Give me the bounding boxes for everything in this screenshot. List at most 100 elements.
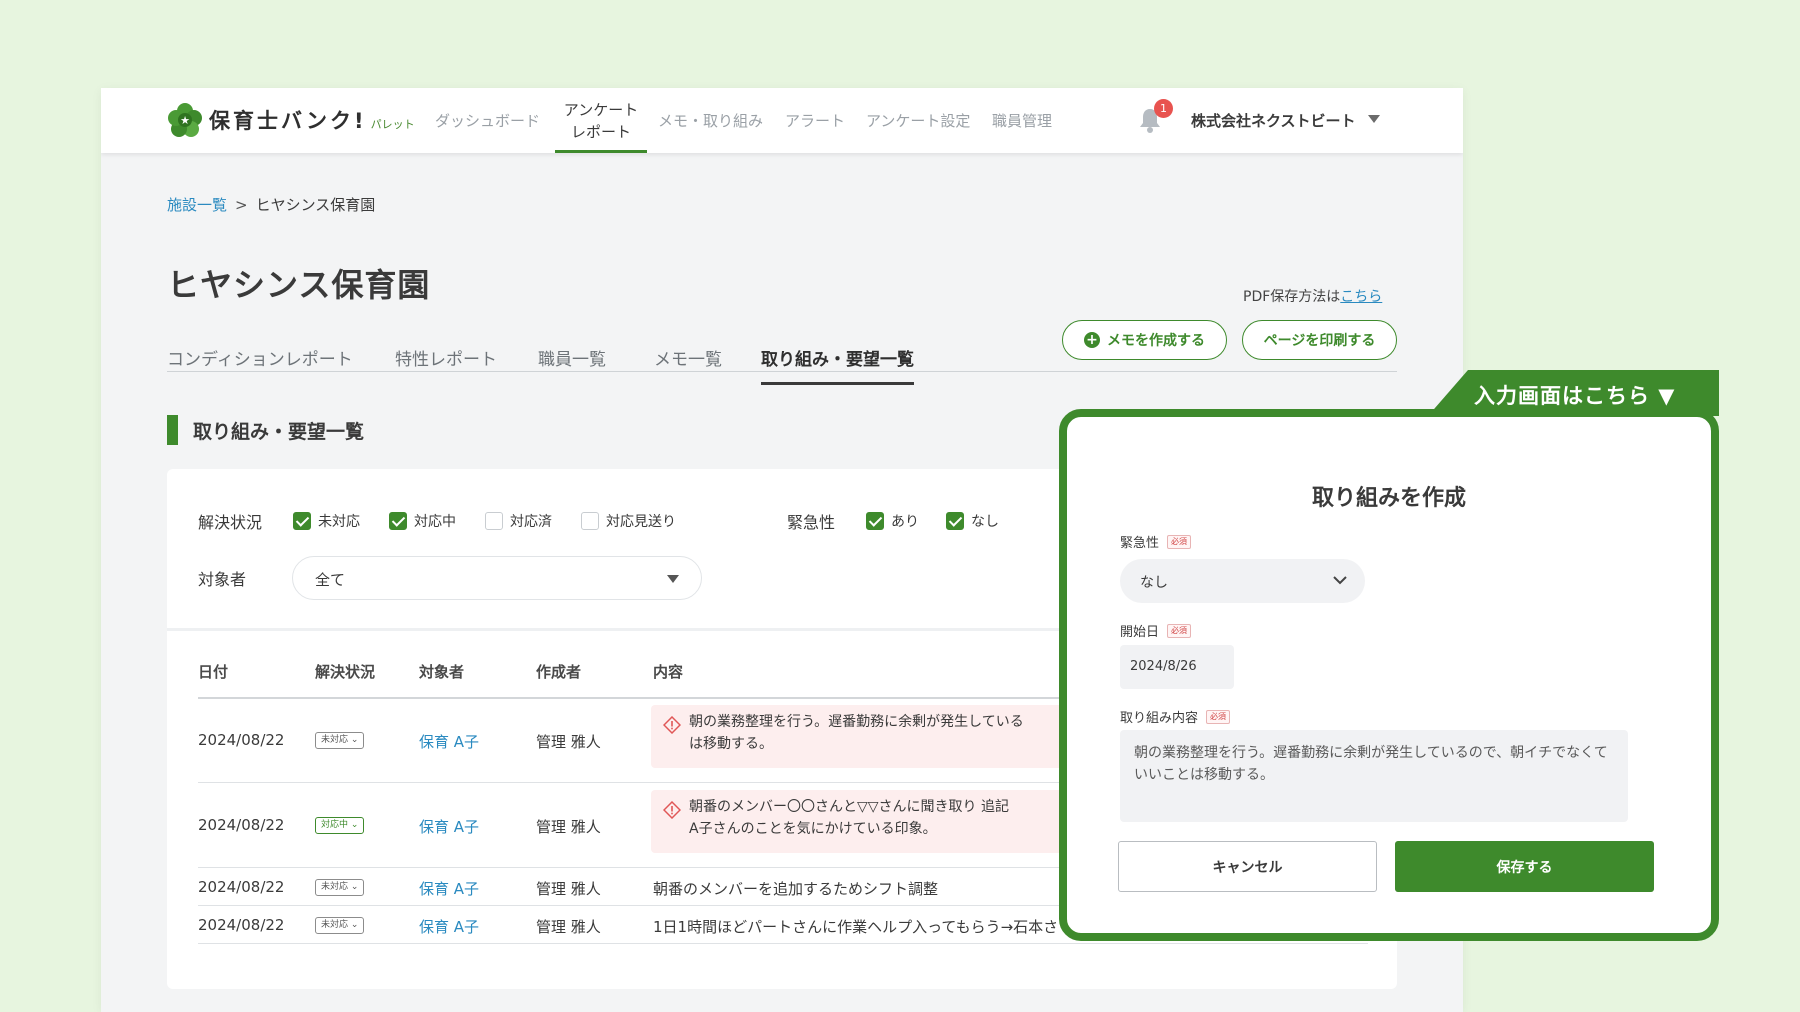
logo[interactable]: ★ 保育士バンク! パレット [167,102,415,138]
status-text: 未対応 [321,882,349,892]
urgency-select[interactable]: なし [1120,559,1365,603]
status-text: 対応中 [321,820,349,830]
overlay-callout-text: 入力画面はこちら ▼ [1474,384,1676,408]
nav-dashboard[interactable]: ダッシュボード [435,88,540,153]
field-label-text: 取り組み内容 [1120,711,1199,726]
filter-target-row: 対象者 [198,566,246,590]
target-select[interactable]: 全て [292,556,702,600]
clover-logo-icon: ★ [168,103,202,137]
company-menu[interactable]: 株式会社ネクストビート [1191,110,1356,131]
checkbox-done[interactable]: 対応済 [485,511,552,531]
checkbox-unhandled[interactable]: 未対応 [293,511,360,531]
cell-target-link[interactable]: 保育 A子 [419,731,479,752]
content-line: 朝の業務整理を行う。遅番勤務に余剰が発生している [689,714,1024,730]
checkbox-label: 対応中 [414,514,456,530]
checkbox-box[interactable] [866,512,884,530]
breadcrumb-separator: > [235,196,248,214]
urgent-content-box[interactable]: 朝番のメンバー〇〇さんと▽▽さんに聞き取り 追記 A子さんのことを気にかけている印… [651,790,1071,853]
content-text: 朝番のメンバー〇〇さんと▽▽さんに聞き取り 追記 A子さんのことを気にかけている印… [689,796,1009,840]
nav-memo-actions[interactable]: メモ・取り組み [658,88,763,153]
breadcrumb-link-facilities[interactable]: 施設一覧 [167,196,227,214]
caret-down-icon[interactable] [1368,115,1380,123]
nav-survey-settings[interactable]: アンケート設定 [866,88,970,153]
nav-label: アンケート設定 [866,112,971,130]
checkbox-postponed[interactable]: 対応見送り [581,511,676,531]
required-badge: 必須 [1167,534,1192,549]
warning-diamond-icon [663,716,681,734]
cell-date: 2024/08/22 [198,816,285,834]
cell-author: 管理 雅人 [536,880,601,898]
cell-content[interactable]: 朝番のメンバーを追加するためシフト調整 [653,878,938,899]
content-text: 朝の業務整理を行う。遅番勤務に余剰が発生している は移動する。 [689,711,1024,755]
pdf-help-text: PDF保存方法は [1243,289,1341,305]
tab-condition-report[interactable]: コンディションレポート [167,350,353,372]
cancel-button[interactable]: キャンセル [1118,841,1377,892]
content-line: A子さんのことを気にかけている印象。 [689,821,937,837]
nav-label-line1: アンケート [563,100,639,119]
checkbox-urgent-yes[interactable]: あり [866,511,919,531]
tab-staff-list[interactable]: 職員一覧 [538,350,606,372]
checkbox-box[interactable] [389,512,407,530]
checkbox-label: あり [891,514,919,530]
target-select-value: 全て [315,571,346,589]
logo-subtext: パレット [370,118,415,131]
checkbox-box[interactable] [581,512,599,530]
cell-target-link[interactable]: 保育 A子 [419,878,479,899]
field-label-text: 開始日 [1120,625,1160,640]
status-tag[interactable]: 未対応 ⌄ [315,732,365,749]
checkbox-box[interactable] [946,512,964,530]
checkbox-in-progress[interactable]: 対応中 [389,511,456,531]
column-header-content[interactable]: 内容 [653,661,683,682]
urgent-content-box[interactable]: 朝の業務整理を行う。遅番勤務に余剰が発生している は移動する。 [651,705,1071,768]
nav-survey-report[interactable]: アンケート レポート [555,88,647,153]
filter-target-label: 対象者 [198,570,247,589]
checkbox-box[interactable] [293,512,311,530]
status-text: 未対応 [321,735,349,745]
section-title: 取り組み・要望一覧 [193,420,365,443]
urgency-field-label: 緊急性 必須 [1120,532,1192,551]
tab-trait-report[interactable]: 特性レポート [395,350,497,372]
nav-label-line2: レポート [570,122,631,141]
nav-label: 職員管理 [992,112,1053,130]
column-header-target[interactable]: 対象者 [419,661,464,682]
chevron-down-icon [1333,576,1347,585]
status-tag[interactable]: 対応中 ⌄ [315,817,365,834]
breadcrumb: 施設一覧 > ヒヤシンス保育園 [167,194,375,215]
breadcrumb-current: ヒヤシンス保育園 [255,196,376,214]
column-header-author[interactable]: 作成者 [536,661,581,682]
row-divider [198,943,1368,944]
status-text: 未対応 [321,920,349,930]
cell-date: 2024/08/22 [198,916,285,934]
logo-text: 保育士バンク! [209,109,367,133]
filter-urgency-label: 緊急性 [787,513,836,532]
content-field-label: 取り組み内容 必須 [1120,707,1231,726]
checkbox-urgent-no[interactable]: なし [946,511,999,531]
cell-target-link[interactable]: 保育 A子 [419,916,479,937]
cell-content[interactable]: 1日1時間ほどパートさんに作業ヘルプ入ってもらう→石本さ [653,916,1083,937]
status-tag[interactable]: 未対応 ⌄ [315,879,365,896]
column-header-status[interactable]: 解決状況 [315,661,375,682]
save-button[interactable]: 保存する [1395,841,1654,892]
nav-staff-management[interactable]: 職員管理 [992,88,1052,153]
start-date-field-label: 開始日 必須 [1120,621,1192,640]
pdf-help-link[interactable]: こちら [1340,289,1382,305]
content-textarea[interactable]: 朝の業務整理を行う。遅番勤務に余剰が発生しているので、朝イチでなくていいことは移… [1120,730,1628,822]
section-header: 取り組み・要望一覧 [167,415,364,445]
cell-author: 管理 雅人 [536,918,601,936]
start-date-input[interactable]: 2024/8/26 [1120,645,1234,689]
tab-actions-requests[interactable]: 取り組み・要望一覧 [761,350,914,385]
tab-memo-list[interactable]: メモ一覧 [654,350,722,372]
nav-alerts[interactable]: アラート [785,88,845,153]
checkbox-label: 未対応 [318,514,360,530]
pdf-help: PDF保存方法はこちら [1243,286,1382,306]
column-header-date[interactable]: 日付 [198,661,228,682]
checkbox-box[interactable] [485,512,503,530]
nav-label: ダッシュボード [435,112,541,130]
cell-target-link[interactable]: 保育 A子 [419,816,479,837]
nav-label: アラート [785,112,846,130]
status-tag[interactable]: 未対応 ⌄ [315,917,365,934]
caret-down-icon [667,575,679,583]
nav-label: メモ・取り組み [658,112,764,130]
field-label-text: 緊急性 [1120,536,1160,551]
plus-icon: + [1084,332,1100,348]
